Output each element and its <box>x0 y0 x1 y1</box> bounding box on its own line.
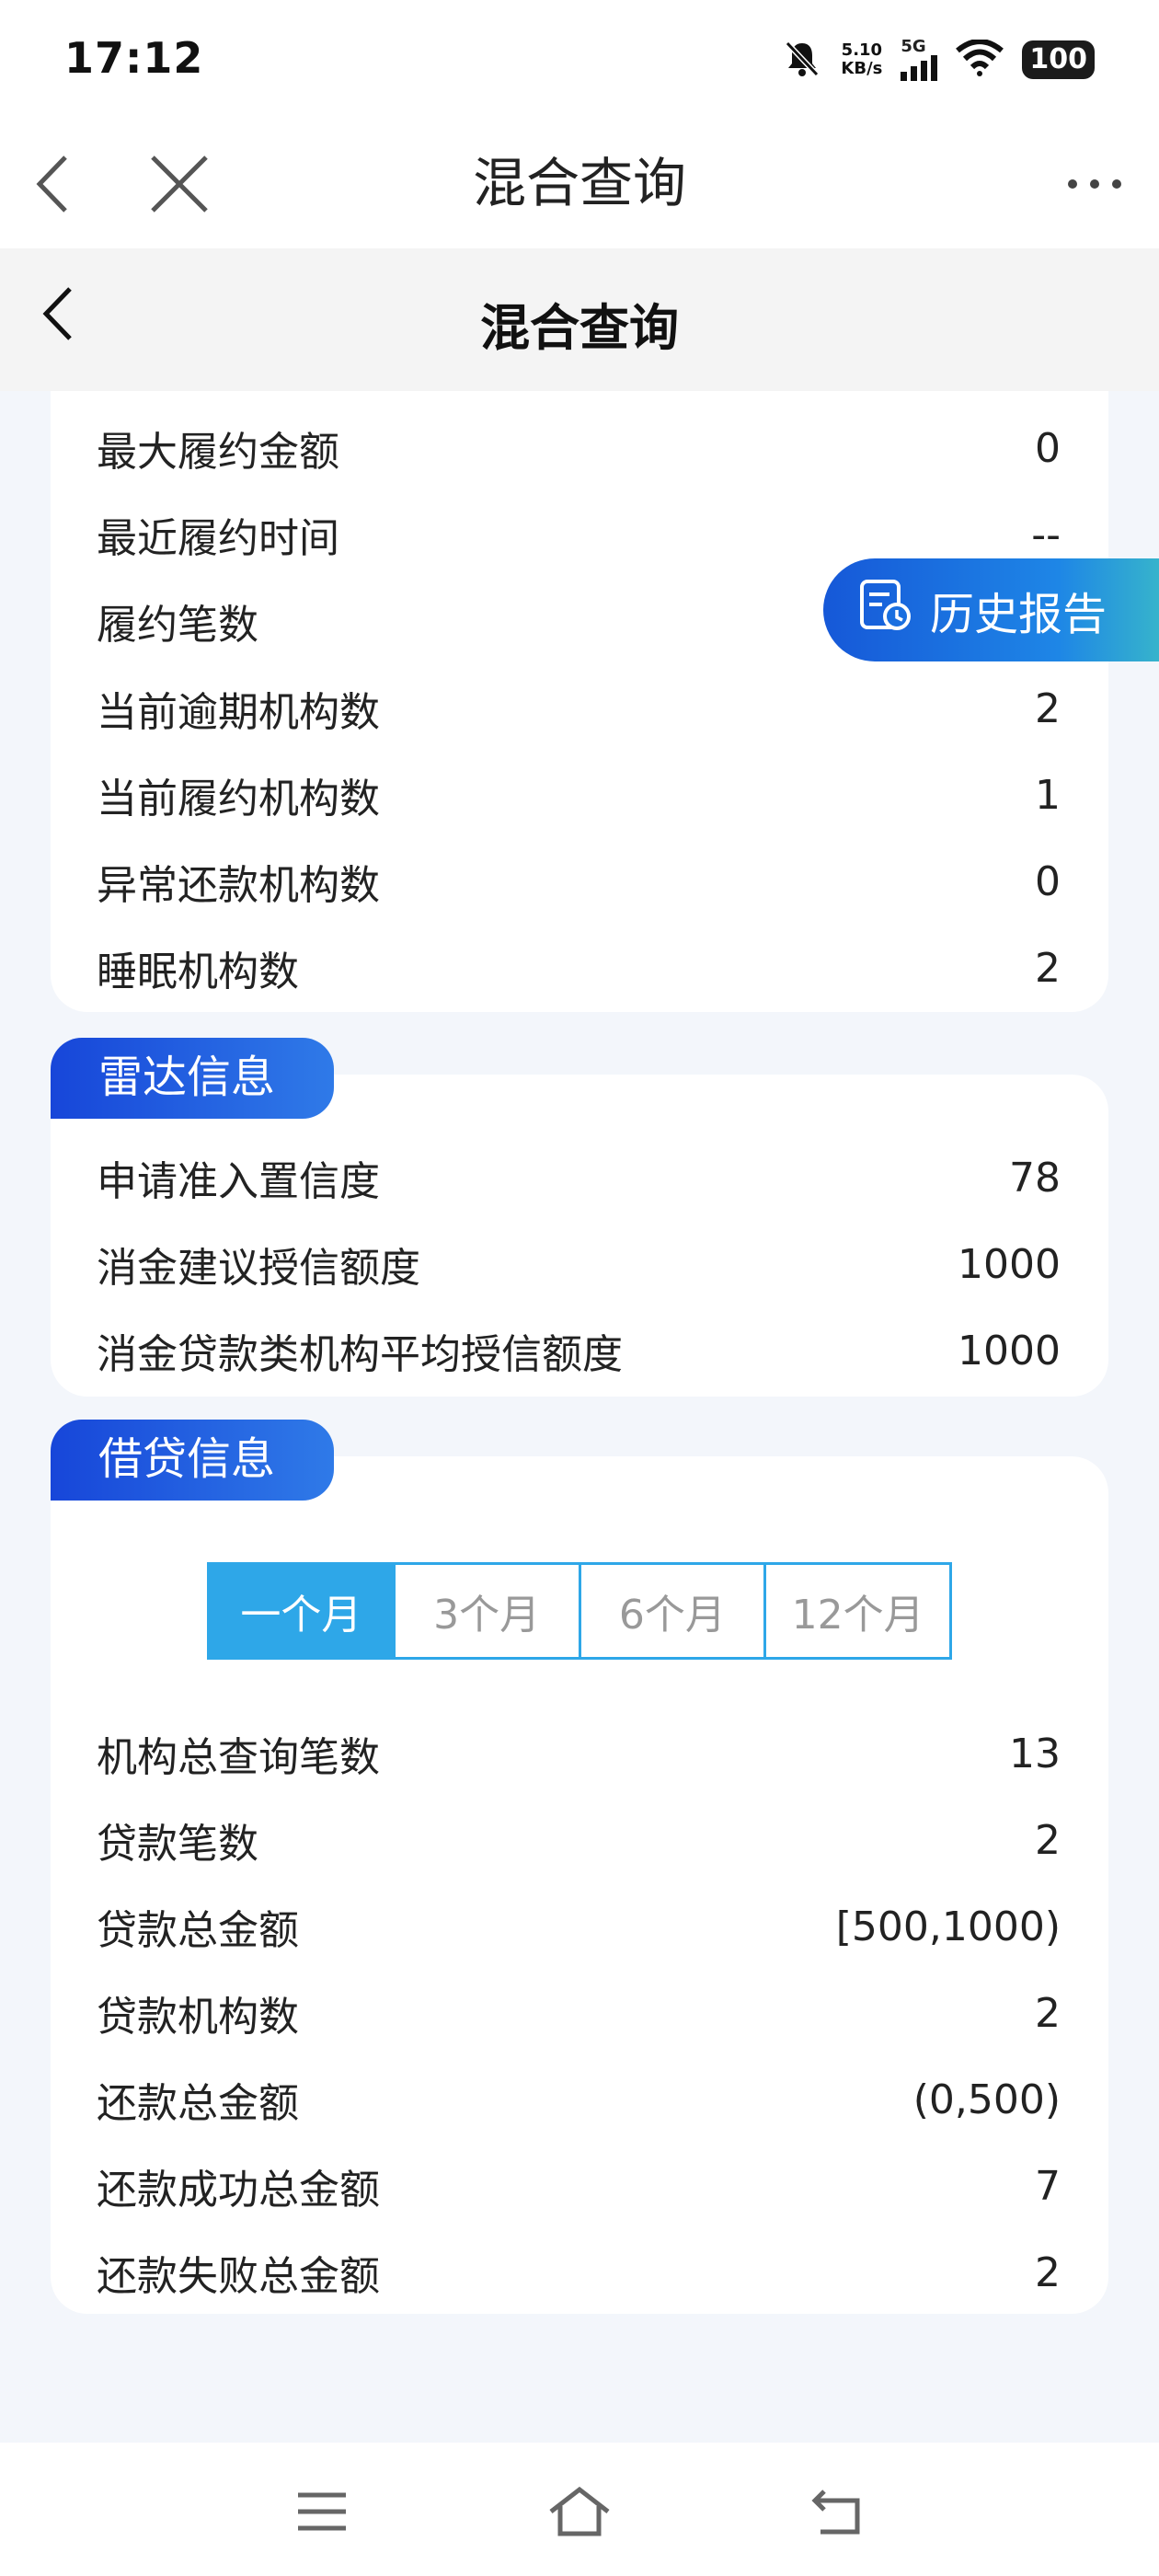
list-item: 睡眠机构数 2 <box>97 940 1061 996</box>
list-item: 最近履约时间 -- <box>97 507 1061 563</box>
network-type: 5G <box>901 37 926 56</box>
row-value: 13 <box>1009 1730 1061 1777</box>
list-item: 当前履约机构数 1 <box>97 767 1061 823</box>
row-label: 贷款机构数 <box>97 1994 299 2041</box>
period-tabs: 一个月 3个月 6个月 12个月 <box>207 1562 952 1660</box>
row-label: 消金建议授信额度 <box>97 1245 420 1292</box>
list-item: 贷款笔数 2 <box>97 1812 1061 1869</box>
row-value: 78 <box>1009 1154 1061 1202</box>
row-value: 7 <box>1035 2162 1061 2210</box>
list-item: 贷款机构数 2 <box>97 1985 1061 2041</box>
page-title: 混合查询 <box>480 299 679 357</box>
row-label: 机构总查询笔数 <box>97 1734 380 1781</box>
row-label: 贷款笔数 <box>97 1821 258 1868</box>
list-item: 申请准入置信度 78 <box>97 1150 1061 1206</box>
row-label: 消金贷款类机构平均授信额度 <box>97 1331 623 1378</box>
history-report-label: 历史报告 <box>930 589 1107 640</box>
return-icon[interactable] <box>800 2479 874 2544</box>
tab-12-months[interactable]: 12个月 <box>766 1565 949 1657</box>
row-label: 还款失败总金额 <box>97 2253 380 2300</box>
row-value: 1 <box>1035 771 1061 819</box>
more-icon[interactable] <box>1058 147 1131 221</box>
row-label: 还款总金额 <box>97 2080 299 2127</box>
home-icon[interactable] <box>543 2479 616 2544</box>
radar-section-tag: 雷达信息 <box>51 1038 334 1119</box>
list-item: 当前逾期机构数 2 <box>97 681 1061 737</box>
list-item: 还款失败总金额 2 <box>97 2245 1061 2301</box>
row-label: 当前履约机构数 <box>97 776 380 822</box>
page-header: 混合查询 <box>0 248 1159 391</box>
battery-icon: 100 <box>1022 40 1095 79</box>
loan-section-tag: 借贷信息 <box>51 1420 334 1501</box>
status-icons: 5.10 KB/s 5G 100 <box>782 37 1095 83</box>
tab-one-month[interactable]: 一个月 <box>210 1565 396 1657</box>
radar-card: 申请准入置信度 78 消金建议授信额度 1000 消金贷款类机构平均授信额度 1… <box>51 1075 1108 1397</box>
row-label: 当前逾期机构数 <box>97 689 380 736</box>
row-value: 2 <box>1035 944 1061 992</box>
row-value: 1000 <box>958 1327 1061 1374</box>
wifi-icon <box>956 39 1004 80</box>
row-value: 1000 <box>958 1240 1061 1288</box>
list-item: 还款总金额 (0,500) <box>97 2072 1061 2128</box>
loan-card: 一个月 3个月 6个月 12个月 机构总查询笔数 13 贷款笔数 2 贷款总金额… <box>51 1456 1108 2314</box>
row-label: 最近履约时间 <box>97 515 339 562</box>
tab-3-months[interactable]: 3个月 <box>396 1565 581 1657</box>
list-item: 消金贷款类机构平均授信额度 1000 <box>97 1323 1061 1379</box>
network-speed: 5.10 KB/s <box>841 41 882 78</box>
list-item: 贷款总金额 [500,1000) <box>97 1899 1061 1955</box>
row-value: 2 <box>1035 2248 1061 2296</box>
list-item: 消金建议授信额度 1000 <box>97 1236 1061 1293</box>
row-value: -- <box>1031 511 1061 558</box>
browser-title: 混合查询 <box>472 152 686 214</box>
tab-6-months[interactable]: 6个月 <box>581 1565 767 1657</box>
row-label: 贷款总金额 <box>97 1907 299 1954</box>
system-nav-bar <box>0 2443 1159 2576</box>
status-bar: 17:12 5.10 KB/s 5G 100 <box>0 0 1159 120</box>
row-label: 异常还款机构数 <box>97 862 380 909</box>
performance-card: 最大履约金额 0 最近履约时间 -- 履约笔数 当前逾期机构数 2 当前履约机构… <box>51 391 1108 1012</box>
row-value: 2 <box>1035 1816 1061 1864</box>
row-label: 履约笔数 <box>97 602 258 649</box>
row-value: (0,500) <box>912 2076 1061 2123</box>
row-label: 睡眠机构数 <box>97 949 299 995</box>
list-item: 异常还款机构数 0 <box>97 854 1061 910</box>
bell-off-icon <box>782 38 822 82</box>
speed-value: 5.10 <box>841 40 883 60</box>
row-value: 0 <box>1035 857 1061 905</box>
browser-header: 混合查询 <box>0 120 1159 248</box>
list-item: 还款成功总金额 7 <box>97 2158 1061 2214</box>
signal-icon: 5G <box>901 37 938 81</box>
speed-unit: KB/s <box>841 59 883 78</box>
history-report-button[interactable]: 历史报告 <box>823 558 1159 661</box>
row-label: 申请准入置信度 <box>97 1158 380 1205</box>
status-time: 17:12 <box>64 33 204 83</box>
row-label: 最大履约金额 <box>97 429 339 476</box>
list-item: 机构总查询笔数 13 <box>97 1726 1061 1782</box>
list-item: 最大履约金额 0 <box>97 420 1061 477</box>
row-label: 还款成功总金额 <box>97 2167 380 2214</box>
report-clock-icon <box>856 576 913 644</box>
row-value: 0 <box>1035 424 1061 472</box>
row-value: [500,1000) <box>835 1903 1061 1950</box>
row-value: 2 <box>1035 684 1061 732</box>
row-value: 2 <box>1035 1989 1061 2037</box>
menu-icon[interactable] <box>285 2479 359 2544</box>
